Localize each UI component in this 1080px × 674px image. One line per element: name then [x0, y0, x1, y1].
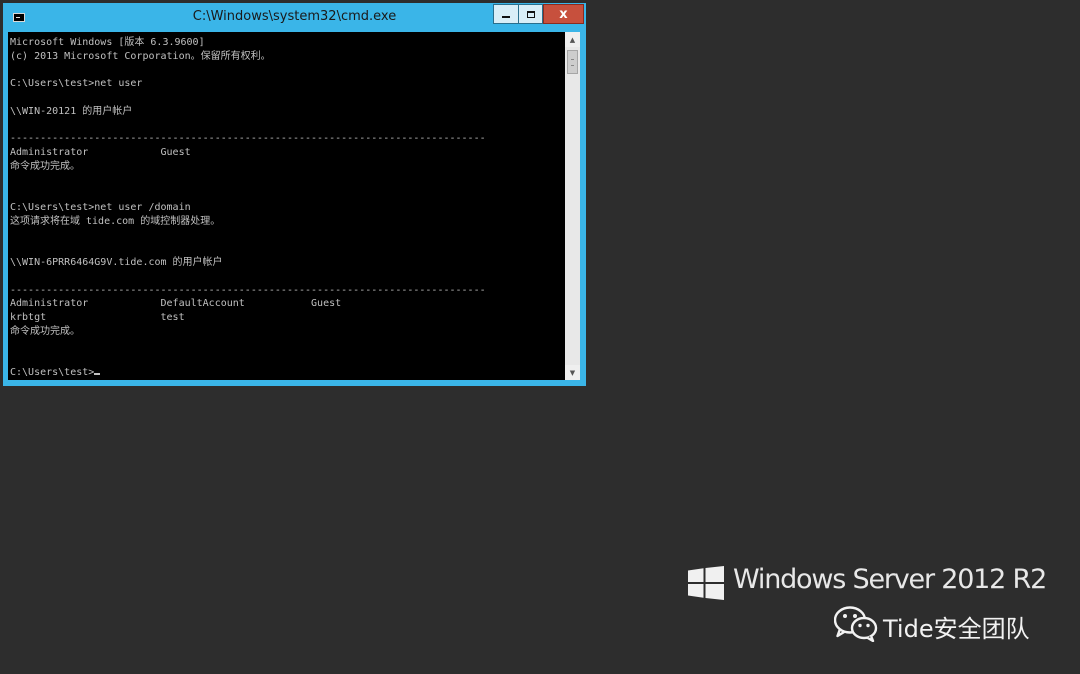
- console-line: 命令成功完成。: [10, 325, 80, 337]
- console-line: Administrator DefaultAccount Guest: [10, 298, 342, 310]
- scroll-up-button[interactable]: ▲: [565, 32, 580, 47]
- os-brand-text: Windows Server 2012 R2: [733, 564, 1047, 595]
- scroll-down-button[interactable]: ▼: [565, 365, 580, 380]
- scroll-thumb[interactable]: [567, 50, 578, 74]
- cmd-window[interactable]: C:\Windows\system32\cmd.exe x Microsoft …: [3, 3, 586, 386]
- console-line: Administrator Guest: [10, 147, 191, 158]
- scroll-up-arrow-icon: ▲: [569, 35, 576, 44]
- vertical-scrollbar[interactable]: ▲ ▼: [565, 32, 580, 380]
- console-line: \\WIN-20121 的用户帐户: [10, 105, 133, 117]
- console-line: ----------------------------------------…: [10, 133, 486, 145]
- console-output[interactable]: Microsoft Windows [版本 6.3.9600] (c) 2013 …: [8, 32, 565, 380]
- close-button[interactable]: x: [543, 4, 584, 24]
- console-line: C:\Users\test>net user /domain: [10, 202, 191, 213]
- scroll-down-arrow-icon: ▼: [569, 368, 576, 377]
- console-line: C:\Users\test>: [10, 366, 486, 380]
- console-line: 这项请求将在域 tide.com 的域控制器处理。: [10, 215, 221, 227]
- watermark-text: Tide安全团队: [883, 615, 1030, 643]
- minimize-button[interactable]: [493, 4, 518, 24]
- wechat-icon: [834, 606, 878, 642]
- console-line: krbtgt test: [10, 312, 185, 323]
- console-line: Microsoft Windows [版本 6.3.9600]: [10, 37, 205, 48]
- console-line: (c) 2013 Microsoft Corporation。保留所有权利。: [10, 50, 271, 62]
- text-cursor: [94, 373, 101, 375]
- console-line: 命令成功完成。: [10, 160, 80, 172]
- title-bar[interactable]: C:\Windows\system32\cmd.exe x: [3, 3, 586, 31]
- maximize-button[interactable]: [518, 4, 543, 24]
- windows-logo-icon: [688, 566, 724, 600]
- console-line: ----------------------------------------…: [10, 284, 486, 296]
- console-line: C:\Users\test>net user: [10, 78, 143, 90]
- desktop: C:\Windows\system32\cmd.exe x Microsoft …: [0, 0, 1080, 674]
- close-icon: x: [559, 6, 568, 22]
- minimize-icon: [502, 16, 510, 18]
- console-line: \\WIN-6PRR6464G9V.tide.com 的用户帐户: [10, 257, 223, 268]
- maximize-icon: [526, 10, 535, 18]
- console-lines: Microsoft Windows [版本 6.3.9600] (c) 2013 …: [10, 36, 486, 380]
